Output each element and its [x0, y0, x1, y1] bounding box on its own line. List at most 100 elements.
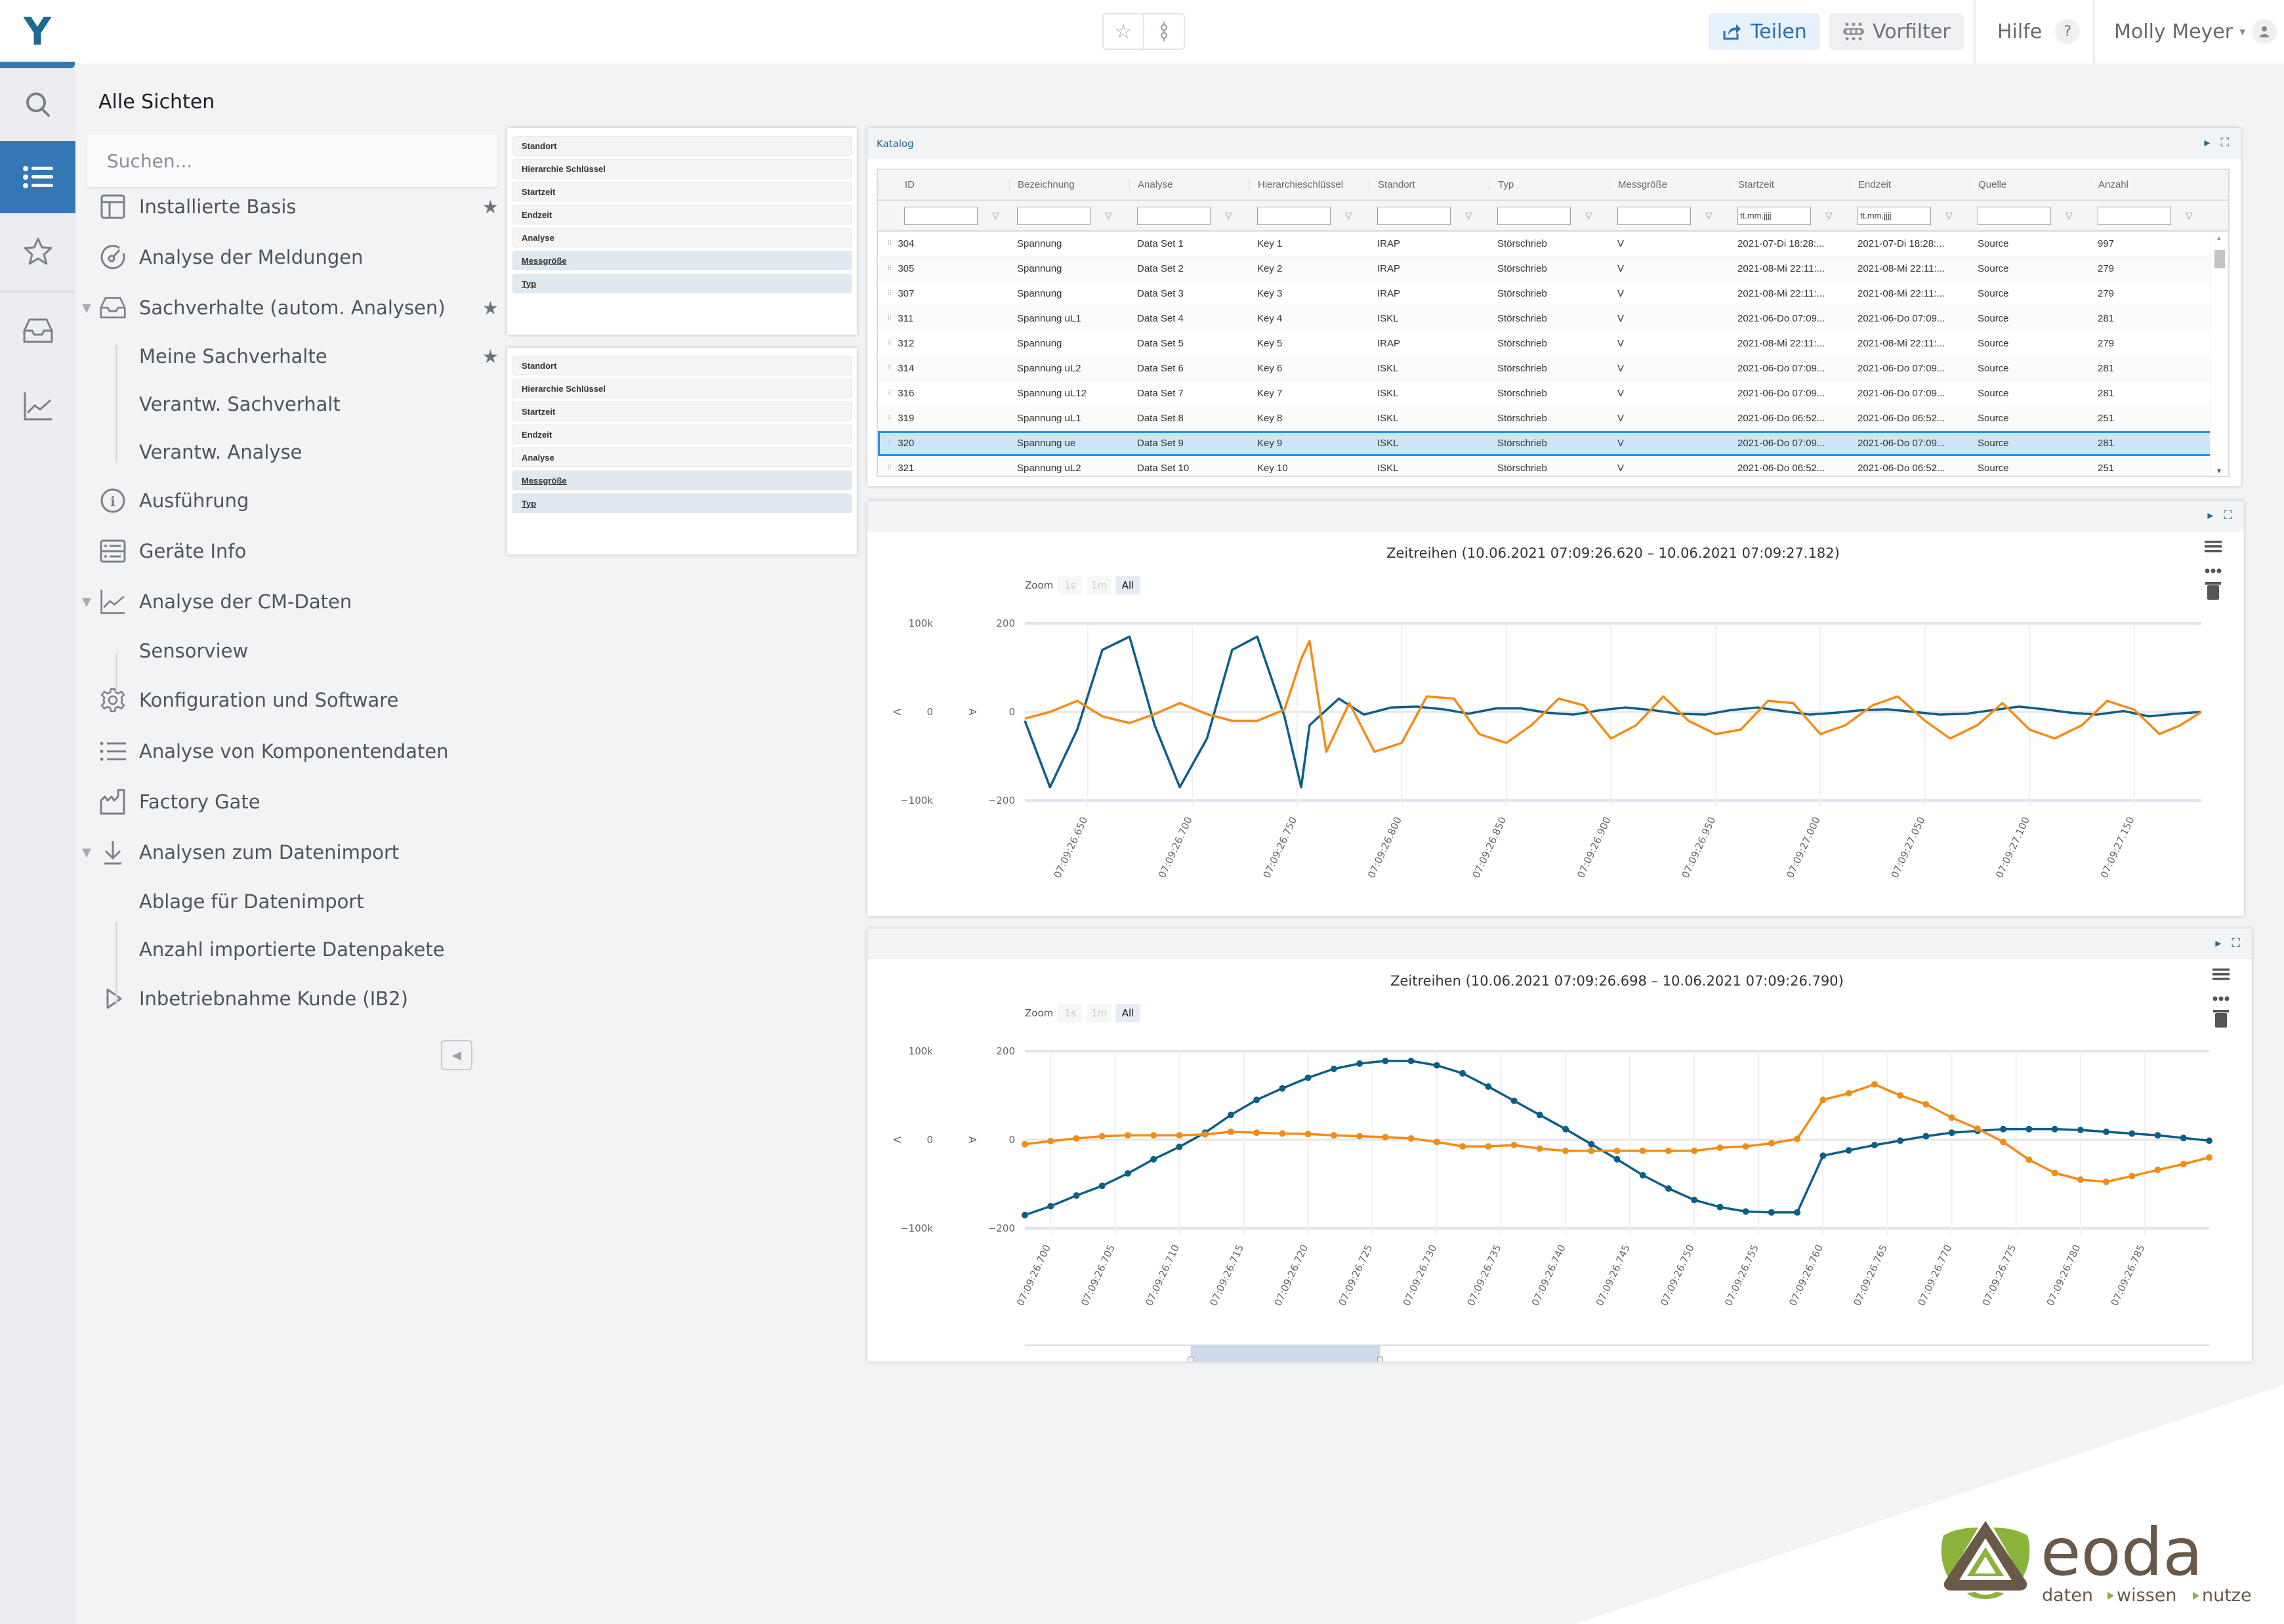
column-header[interactable]: Hierarchieschlüssel — [1249, 179, 1369, 190]
rail-favorites-button[interactable] — [0, 215, 75, 287]
scroll-up-icon[interactable]: ▲ — [2216, 235, 2222, 242]
filter-funnel-icon[interactable]: ▽ — [1705, 210, 1713, 221]
panel-menu-arrow-icon[interactable]: ▸ — [2204, 136, 2210, 150]
filter-funnel-icon[interactable]: ▽ — [1585, 210, 1592, 221]
filter-field-item[interactable]: Analyse — [512, 228, 852, 247]
sidebar-item[interactable]: Analyse von Komponentendaten — [79, 732, 499, 771]
star-filled-icon[interactable]: ★ — [482, 297, 499, 319]
drag-handle-icon[interactable]: ⠿ — [887, 390, 892, 397]
drag-handle-icon[interactable]: ⠿ — [887, 465, 892, 472]
trash-icon[interactable] — [2213, 1010, 2229, 1028]
filter-funnel-icon[interactable]: ▽ — [992, 210, 999, 221]
filter-field-item[interactable]: Endzeit — [512, 205, 852, 224]
caret-down-icon[interactable]: ▼ — [82, 846, 95, 860]
range-selector-button[interactable]: 1m — [1087, 576, 1111, 594]
fullscreen-icon[interactable]: ⛶ — [2224, 509, 2232, 522]
share-button[interactable]: Teilen — [1709, 13, 1820, 50]
filter-field-item[interactable]: Hierarchie Schlüssel — [512, 159, 852, 178]
column-filter-input[interactable] — [1017, 206, 1090, 225]
sidebar-item[interactable]: Anzahl importierte Datenpakete — [79, 930, 499, 969]
fullscreen-icon[interactable]: ⛶ — [2220, 136, 2229, 150]
user-menu[interactable]: Molly Meyer ▾ — [2114, 13, 2277, 50]
view-settings-button[interactable] — [1144, 14, 1184, 49]
filter-field-item[interactable]: Startzeit — [512, 182, 852, 201]
column-header[interactable]: Standort — [1369, 179, 1489, 190]
range-selector-button[interactable]: All — [1115, 576, 1140, 594]
column-header[interactable]: Analyse — [1129, 179, 1249, 190]
rail-search-button[interactable] — [0, 68, 75, 140]
drag-handle-icon[interactable]: ⠿ — [887, 340, 892, 347]
star-filled-icon[interactable]: ★ — [482, 346, 499, 367]
sidebar-item[interactable]: Ablage für Datenimport — [79, 882, 499, 921]
collapse-sidebar-button[interactable]: ◀ — [441, 1040, 472, 1070]
drag-handle-icon[interactable]: ⠿ — [887, 240, 892, 247]
column-filter-input[interactable] — [1617, 206, 1691, 225]
filter-funnel-icon[interactable]: ▽ — [1825, 210, 1833, 221]
drag-handle-icon[interactable]: ⠿ — [887, 415, 892, 422]
sidebar-item[interactable]: Konfiguration und Software — [79, 680, 499, 720]
table-row[interactable]: ⠿ 321 Spannung uL2 Data Set 10 Key 10 ISKL Stö… — [878, 456, 2228, 476]
navigator-selection[interactable] — [1190, 1345, 1381, 1362]
filter-funnel-icon[interactable]: ▽ — [2186, 210, 2193, 221]
more-options-icon[interactable] — [2212, 996, 2230, 1001]
app-logo[interactable]: Y — [24, 9, 51, 54]
more-options-icon[interactable] — [2205, 568, 2222, 573]
column-filter-input[interactable] — [1257, 206, 1331, 225]
rail-inbox-button[interactable] — [0, 295, 75, 367]
filter-funnel-icon[interactable]: ▽ — [2066, 210, 2073, 221]
table-row[interactable]: ⠿ 305 Spannung Data Set 2 Key 2 IRAP Störschri… — [878, 257, 2228, 281]
favorite-view-button[interactable]: ☆ — [1104, 14, 1144, 49]
chart-context-menu-icon[interactable] — [2205, 541, 2222, 552]
sidebar-item[interactable]: ▼ Analyse der CM-Daten — [79, 582, 499, 621]
star-filled-icon[interactable]: ★ — [482, 196, 499, 218]
drag-handle-icon[interactable]: ⠿ — [887, 265, 892, 272]
fullscreen-icon[interactable]: ⛶ — [2232, 936, 2240, 950]
caret-down-icon[interactable]: ▼ — [82, 595, 95, 609]
column-filter-input[interactable]: tt.mm.jjjj — [1858, 206, 1931, 225]
sidebar-item[interactable]: Verantw. Sachverhalt — [79, 385, 499, 424]
column-filter-input[interactable] — [1497, 206, 1571, 225]
table-row[interactable]: ⠿ 312 Spannung Data Set 5 Key 5 IRAP Störschri… — [878, 331, 2228, 356]
panel-menu-arrow-icon[interactable]: ▸ — [2207, 509, 2213, 522]
table-row[interactable]: ⠿ 304 Spannung Data Set 1 Key 1 IRAP Störschri… — [878, 232, 2228, 257]
sidebar-item[interactable]: Installierte Basis ★ — [79, 187, 499, 226]
sidebar-item[interactable]: ▼ Sachverhalte (autom. Analysen) ★ — [79, 288, 499, 327]
column-header[interactable]: Bezeichnung — [1009, 179, 1129, 190]
filter-field-item[interactable]: Startzeit — [512, 402, 852, 421]
column-header[interactable]: Quelle — [1970, 179, 2090, 190]
range-selector-button[interactable]: 1s — [1058, 576, 1083, 594]
filter-funnel-icon[interactable]: ▽ — [1105, 210, 1112, 221]
filter-field-item[interactable]: Typ — [512, 493, 852, 513]
range-selector-button[interactable]: All — [1115, 1004, 1140, 1022]
rail-views-button[interactable] — [0, 141, 75, 213]
filter-field-item[interactable]: Hierarchie Schlüssel — [512, 379, 852, 398]
rail-analytics-button[interactable] — [0, 370, 75, 442]
range-selector-button[interactable]: 1m — [1087, 1004, 1111, 1022]
sidebar-item[interactable]: Factory Gate — [79, 782, 499, 822]
filter-funnel-icon[interactable]: ▽ — [1945, 210, 1953, 221]
filter-field-item[interactable]: Analyse — [512, 448, 852, 467]
filter-field-item[interactable]: Messgröße — [512, 470, 852, 490]
chart-context-menu-icon[interactable] — [2212, 968, 2230, 980]
sidebar-item[interactable]: Verantw. Analyse — [79, 432, 499, 472]
table-row[interactable]: ⠿ 307 Spannung Data Set 3 Key 3 IRAP Störschri… — [878, 281, 2228, 306]
sidebar-item[interactable]: i Ausführung — [79, 481, 499, 520]
filter-funnel-icon[interactable]: ▽ — [1225, 210, 1232, 221]
column-header[interactable]: Messgröße — [1609, 179, 1730, 190]
sidebar-item[interactable]: Geräte Info — [79, 531, 499, 571]
column-filter-input[interactable] — [1978, 206, 2051, 225]
scroll-down-icon[interactable]: ▼ — [2216, 468, 2222, 475]
prefilter-button[interactable]: Vorfilter — [1829, 13, 1964, 50]
table-row[interactable]: ⠿ 316 Spannung uL12 Data Set 7 Key 7 ISKL Stör… — [878, 381, 2228, 406]
drag-handle-icon[interactable]: ⠿ — [887, 365, 892, 372]
sidebar-item[interactable]: ▼ Analysen zum Datenimport — [79, 833, 499, 872]
column-header[interactable]: Startzeit — [1730, 179, 1850, 190]
column-header[interactable]: Typ — [1489, 179, 1609, 190]
column-filter-input[interactable] — [2098, 206, 2171, 225]
sidebar-item[interactable]: Meine Sachverhalte ★ — [79, 337, 499, 376]
caret-down-icon[interactable]: ▼ — [82, 301, 95, 315]
filter-field-item[interactable]: Standort — [512, 356, 852, 375]
scrollbar-thumb[interactable] — [2214, 250, 2225, 268]
filter-field-item[interactable]: Standort — [512, 136, 852, 156]
column-filter-input[interactable] — [1137, 206, 1211, 225]
